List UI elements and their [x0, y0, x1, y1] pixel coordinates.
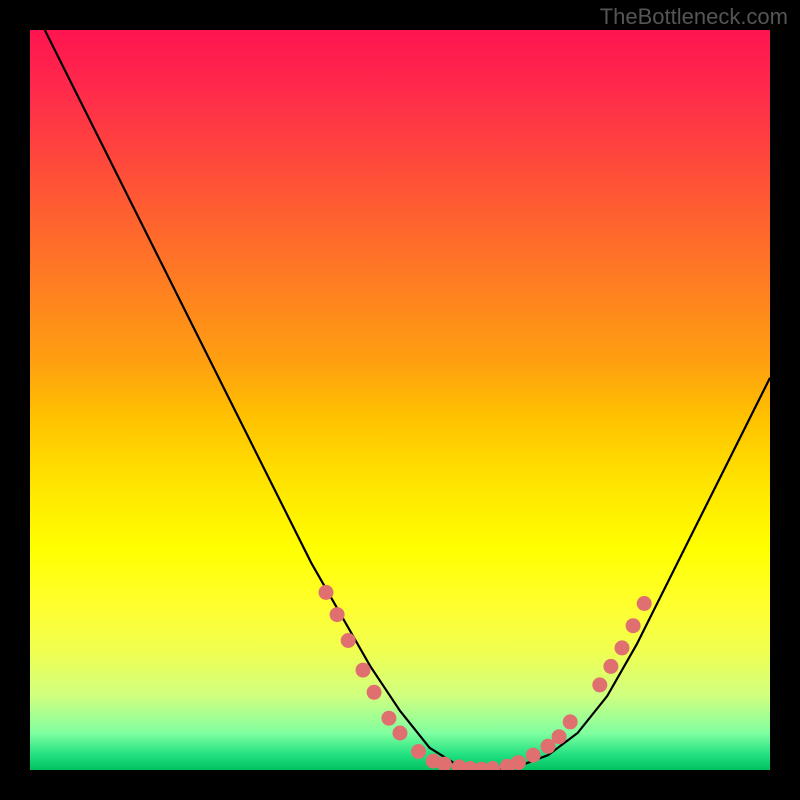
curve-group — [45, 30, 770, 770]
highlight-dot — [341, 633, 356, 648]
highlight-dot — [592, 677, 607, 692]
highlight-dot — [411, 744, 426, 759]
watermark-text: TheBottleneck.com — [600, 4, 788, 30]
plot-area — [30, 30, 770, 770]
highlight-dot — [319, 585, 334, 600]
highlight-dot — [615, 640, 630, 655]
highlight-dot — [603, 659, 618, 674]
highlight-dot — [511, 755, 526, 770]
highlight-dot — [526, 748, 541, 763]
highlight-dot — [393, 726, 408, 741]
highlight-dot — [637, 596, 652, 611]
highlight-dot — [563, 714, 578, 729]
highlight-dot — [356, 663, 371, 678]
highlight-dot — [552, 729, 567, 744]
bottleneck-curve — [45, 30, 770, 770]
highlight-dot — [330, 607, 345, 622]
chart-svg — [30, 30, 770, 770]
highlight-dot — [381, 711, 396, 726]
highlight-dot — [485, 761, 500, 770]
highlight-dot — [626, 618, 641, 633]
points-group — [319, 585, 652, 770]
highlight-dot — [367, 685, 382, 700]
